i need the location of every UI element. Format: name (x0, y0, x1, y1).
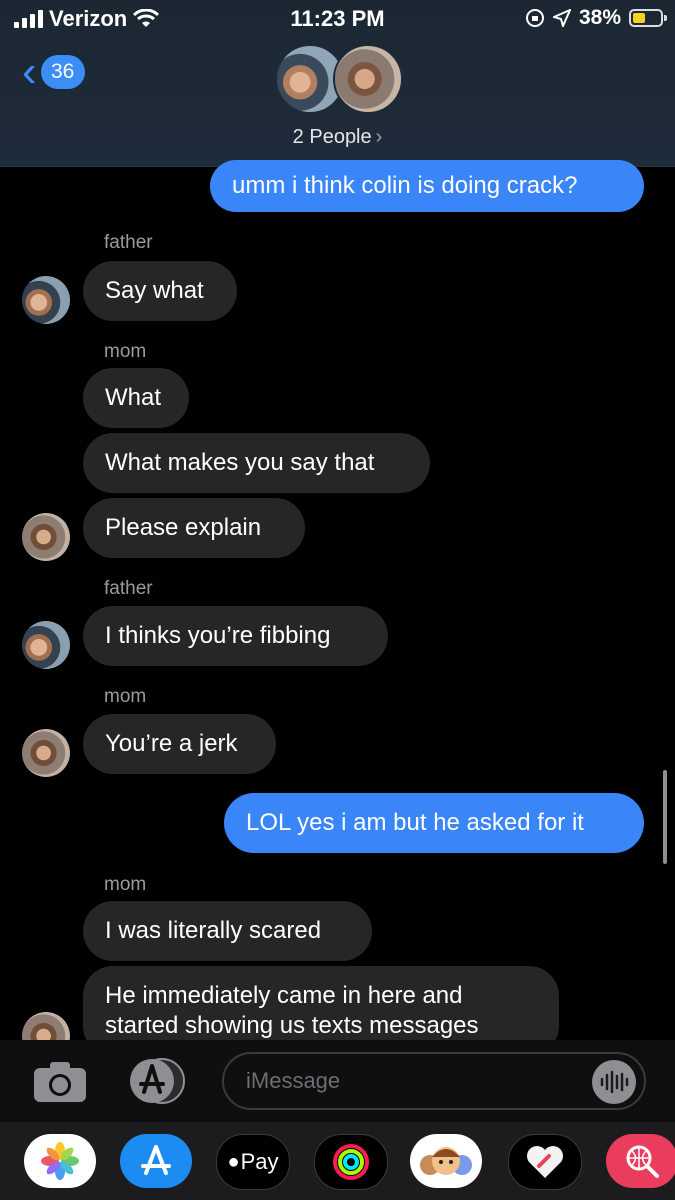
activity-rings-icon (333, 1144, 369, 1180)
conversation-header: Verizon 11:23 PM 38% ‹ 36 2 People › (0, 0, 675, 167)
heart-icon (527, 1146, 563, 1178)
apple-logo-icon: ● (227, 1150, 240, 1173)
camera-icon[interactable] (32, 1060, 88, 1104)
sender-name: father (104, 578, 153, 599)
memoji-icon (420, 1147, 472, 1175)
unread-badge: 36 (40, 55, 85, 89)
app-store-app-icon[interactable] (120, 1134, 192, 1188)
message-line: He immediately came in here and (105, 982, 463, 1009)
fitness-app-icon[interactable] (314, 1134, 388, 1190)
back-button[interactable]: ‹ 36 (22, 47, 85, 96)
globe-search-icon (626, 1145, 659, 1178)
message-input[interactable]: iMessage (222, 1052, 646, 1110)
group-label: 2 People (292, 126, 372, 148)
avatar[interactable] (22, 729, 70, 777)
message-outgoing[interactable]: LOL yes i am but he asked for it (224, 793, 644, 853)
group-avatars[interactable] (275, 44, 405, 116)
waveform-icon (600, 1070, 629, 1094)
sender-name: father (104, 232, 153, 253)
photos-icon (41, 1142, 79, 1180)
audio-message-button[interactable] (592, 1060, 636, 1104)
chevron-left-icon: ‹ (22, 47, 37, 96)
avatar-mom (333, 44, 403, 114)
app-store-glyph-icon (141, 1145, 171, 1175)
app-store-icon[interactable] (126, 1056, 186, 1106)
chevron-right-icon: › (375, 126, 383, 148)
scrollbar[interactable] (663, 770, 667, 864)
message-incoming[interactable]: I was literally scared (83, 901, 372, 961)
message-composer: iMessage (0, 1040, 675, 1122)
memoji-app-icon[interactable] (410, 1134, 482, 1188)
digital-touch-app-icon[interactable] (508, 1134, 582, 1190)
sender-name: mom (104, 341, 147, 362)
sender-name: mom (104, 874, 147, 895)
group-details-link[interactable]: 2 People › (0, 126, 675, 149)
apple-pay-label: Pay (240, 1149, 279, 1174)
app-drawer: ● Pay (0, 1122, 675, 1200)
message-incoming[interactable]: What makes you say that (83, 433, 430, 493)
message-incoming[interactable]: Say what (83, 261, 237, 321)
battery-icon (629, 9, 667, 27)
message-incoming[interactable]: I thinks you’re fibbing (83, 606, 388, 666)
message-placeholder: iMessage (246, 1068, 341, 1093)
status-bar: Verizon 11:23 PM 38% (0, 0, 675, 40)
avatar[interactable] (22, 276, 70, 324)
location-icon (552, 9, 571, 27)
apple-pay-app-icon[interactable]: ● Pay (216, 1134, 290, 1190)
battery-percent: 38% (578, 6, 621, 29)
message-incoming[interactable]: You’re a jerk (83, 714, 276, 774)
avatar[interactable] (22, 621, 70, 669)
message-incoming[interactable]: Please explain (83, 498, 305, 558)
message-outgoing[interactable]: umm i think colin is doing crack? (210, 160, 644, 212)
images-search-app-icon[interactable] (606, 1134, 675, 1188)
sender-name: mom (104, 686, 147, 707)
message-incoming[interactable]: What (83, 368, 189, 428)
avatar[interactable] (22, 513, 70, 561)
message-line: started showing us texts messages (105, 1012, 479, 1039)
orientation-lock-icon (525, 9, 544, 27)
status-right: 38% (525, 6, 667, 30)
photos-app-icon[interactable] (24, 1134, 96, 1188)
